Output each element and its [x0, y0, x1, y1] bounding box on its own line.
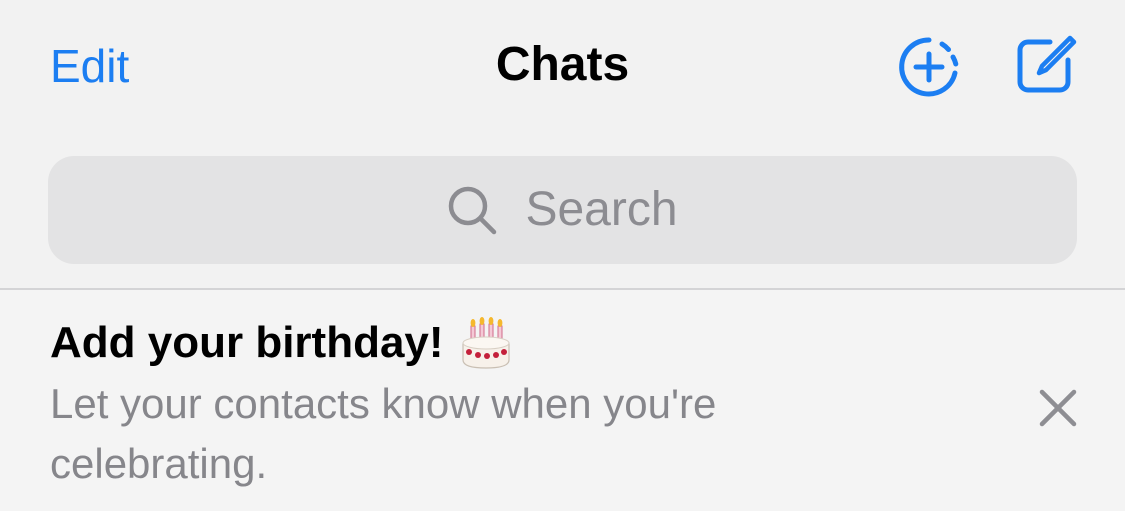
add-status-icon — [899, 37, 959, 97]
add-status-button[interactable] — [898, 36, 960, 98]
chats-screen: Edit Chats Search Add your birthday! Let… — [0, 0, 1125, 511]
close-icon — [1039, 389, 1077, 427]
navigation-bar: Edit Chats — [0, 0, 1125, 130]
birthday-cake-icon — [461, 317, 510, 369]
compose-icon — [1017, 35, 1077, 93]
search-icon — [449, 186, 497, 235]
search-input[interactable]: Search — [48, 156, 1077, 264]
banner-description: Let your contacts know when you're celeb… — [50, 380, 717, 487]
dismiss-banner-button[interactable] — [1034, 384, 1082, 432]
search-content: Search — [48, 156, 1077, 264]
compose-button[interactable] — [1014, 32, 1078, 96]
birthday-banner[interactable]: Add your birthday! Let your contacts kno… — [0, 290, 1125, 511]
search-placeholder: Search — [525, 183, 678, 236]
banner-title-row: Add your birthday! — [50, 316, 512, 370]
banner-title: Add your birthday! — [50, 318, 444, 367]
